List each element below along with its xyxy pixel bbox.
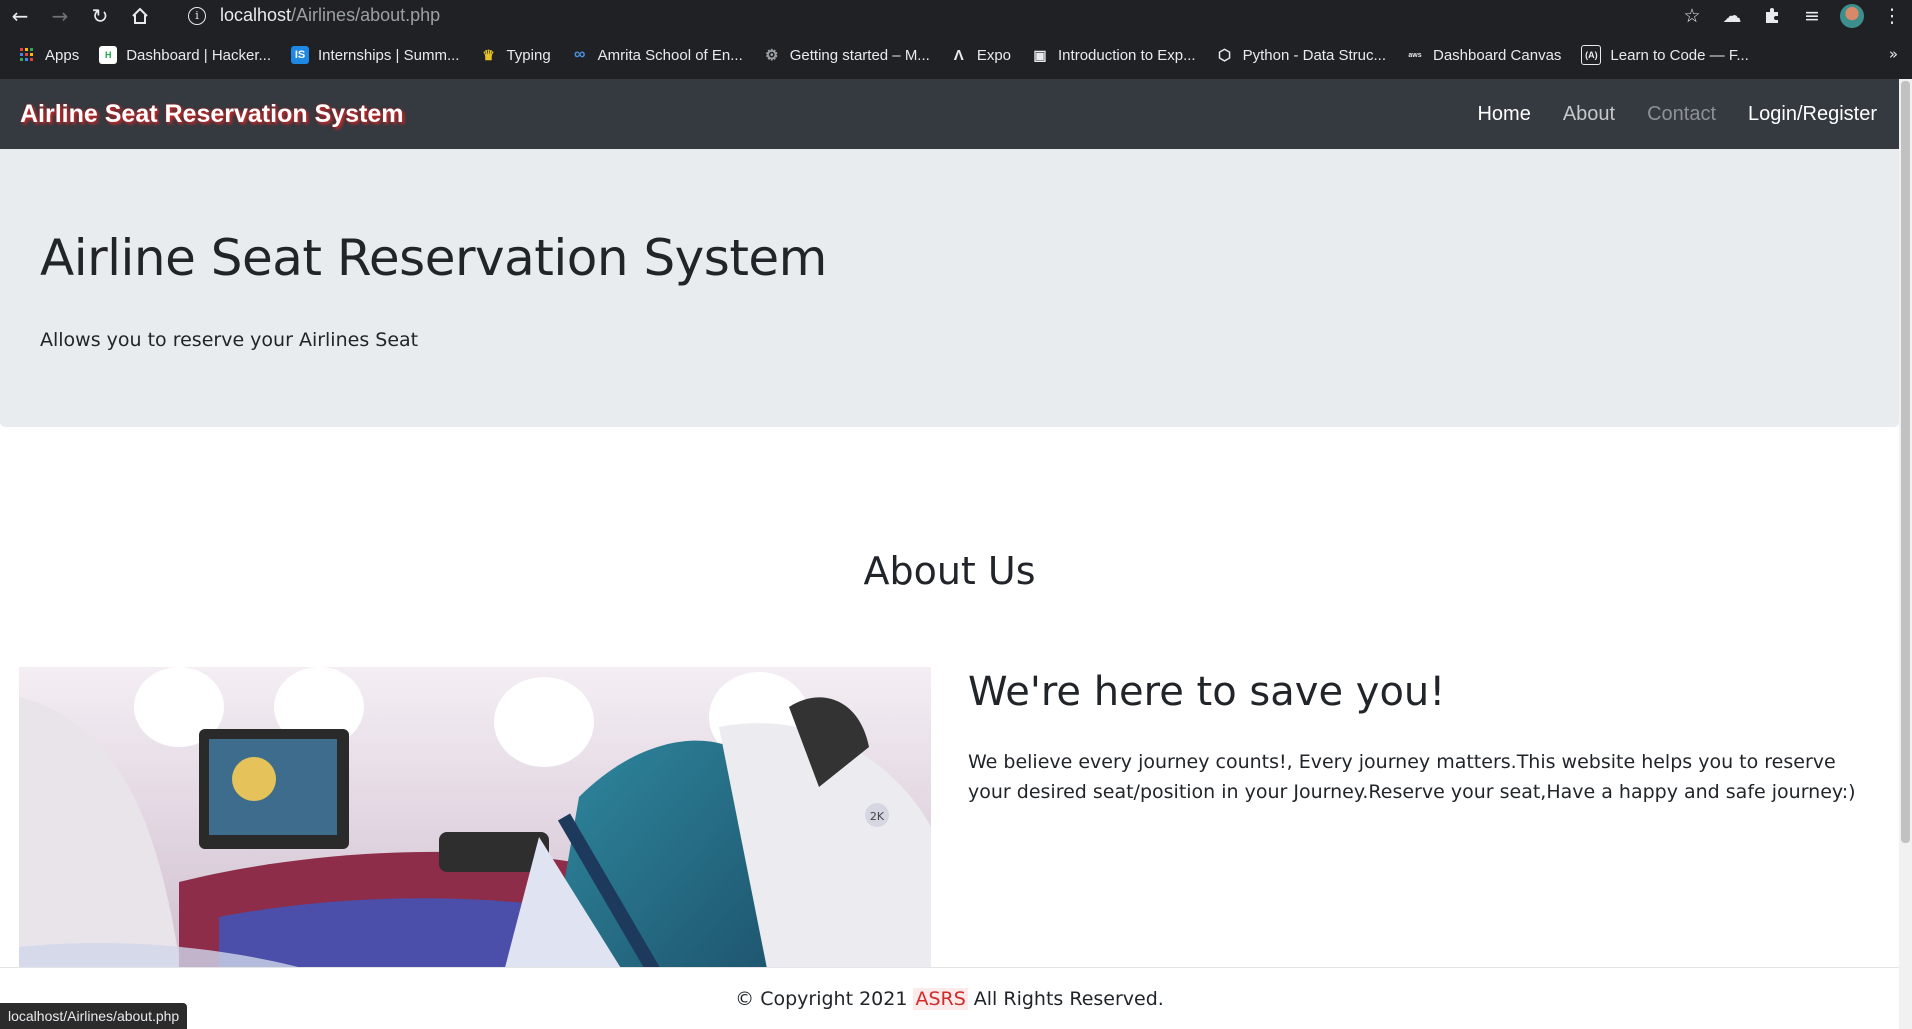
- jumbotron-subtitle: Allows you to reserve your Airlines Seat: [40, 329, 419, 351]
- nav-contact-link[interactable]: Contact: [1647, 103, 1716, 126]
- site-navbar: Airline Seat Reservation System Home Abo…: [0, 79, 1899, 149]
- bookmark-label: Internships | Summ...: [318, 46, 460, 64]
- footer-copyright: © Copyright 2021: [735, 987, 908, 1010]
- home-icon: [132, 7, 148, 24]
- extension-button[interactable]: ☁: [1712, 0, 1752, 31]
- hackerrank-icon: H: [99, 46, 118, 64]
- browser-actions: ☆ ☁ ≡ ⋮: [1672, 0, 1912, 31]
- scrollbar-thumb[interactable]: [1901, 81, 1910, 843]
- profile-button[interactable]: [1832, 0, 1872, 31]
- bookmark-label: Introduction to Exp...: [1058, 46, 1196, 64]
- typing-icon: ♛: [482, 46, 495, 63]
- seat-number-label: 2K: [870, 810, 885, 823]
- back-button[interactable]: ←: [0, 0, 40, 31]
- bookmark-typing[interactable]: ♛ Typing: [479, 46, 550, 64]
- link-icon: ∞: [573, 46, 586, 63]
- arrow-right-icon: →: [51, 3, 69, 28]
- extensions-button[interactable]: [1752, 0, 1792, 31]
- openedx-icon: ▣: [1033, 46, 1047, 63]
- expo-icon: Λ: [953, 46, 964, 64]
- internshala-icon: IS: [291, 46, 310, 64]
- bookmarks-bar: Apps H Dashboard | Hacker... IS Internsh…: [0, 31, 1912, 79]
- bookmark-apps[interactable]: Apps: [18, 46, 79, 64]
- bookmark-intro-exp[interactable]: ▣ Introduction to Exp...: [1031, 46, 1196, 64]
- page-scrollbar[interactable]: [1899, 79, 1912, 1029]
- nav-home-link[interactable]: Home: [1477, 103, 1530, 126]
- bookmark-expo[interactable]: Λ Expo: [950, 46, 1011, 64]
- footer-brand: ASRS: [913, 987, 968, 1010]
- bookmark-star-button[interactable]: ☆: [1672, 0, 1712, 31]
- about-description: We believe every journey counts!, Every …: [968, 751, 1856, 803]
- more-vertical-icon: ⋮: [1882, 4, 1902, 27]
- reading-list-button[interactable]: ≡: [1792, 0, 1832, 31]
- bookmark-freecodecamp[interactable]: (A) Learn to Code — F...: [1581, 45, 1749, 65]
- bookmark-python-ds[interactable]: ⬡ Python - Data Struc...: [1216, 46, 1386, 65]
- site-footer: © Copyright 2021 ASRS All Rights Reserve…: [0, 967, 1899, 1029]
- reload-button[interactable]: ↻: [80, 0, 120, 31]
- puzzle-icon: [1766, 7, 1778, 23]
- bookmark-label: Learn to Code — F...: [1610, 46, 1749, 64]
- cloud-extension-icon: ☁: [1722, 4, 1742, 27]
- address-bar[interactable]: i localhost/Airlines/about.php: [176, 0, 1768, 31]
- avatar: [1840, 3, 1864, 28]
- bookmark-label: Dashboard | Hacker...: [126, 46, 272, 64]
- bookmark-label: Apps: [45, 46, 80, 64]
- site-info-icon[interactable]: i: [188, 6, 206, 25]
- apps-grid-icon: [18, 46, 36, 64]
- more-bookmarks-button[interactable]: »: [1889, 45, 1898, 63]
- url-text[interactable]: localhost/Airlines/about.php: [220, 5, 440, 26]
- bookmark-label: Dashboard Canvas: [1433, 46, 1562, 64]
- nav-about-link[interactable]: About: [1563, 103, 1615, 126]
- reload-icon: ↻: [91, 3, 109, 28]
- page-viewport: Airline Seat Reservation System Home Abo…: [0, 79, 1899, 1029]
- bookmark-label: Amrita School of En...: [597, 46, 743, 64]
- bookmark-label: Python - Data Struc...: [1242, 46, 1386, 64]
- footer-rights: All Rights Reserved.: [973, 987, 1164, 1010]
- url-host: localhost: [220, 5, 292, 25]
- about-heading: We're here to save you!: [968, 669, 1446, 715]
- about-us-title: About Us: [863, 549, 1036, 593]
- bookmark-canvas[interactable]: aws Dashboard Canvas: [1406, 46, 1561, 64]
- settings-globe-icon: ⚙: [765, 47, 779, 64]
- arrow-left-icon: ←: [11, 3, 29, 28]
- jumbotron: Airline Seat Reservation System Allows y…: [0, 149, 1899, 427]
- nav-login-register-link[interactable]: Login/Register: [1748, 103, 1877, 126]
- bookmark-label: Typing: [506, 46, 551, 64]
- bookmark-amrita[interactable]: ∞ Amrita School of En...: [571, 46, 743, 64]
- menu-button[interactable]: ⋮: [1872, 0, 1912, 31]
- reading-list-icon: ≡: [1804, 4, 1820, 27]
- status-bar-url: localhost/Airlines/about.php: [0, 1003, 188, 1029]
- aws-icon: aws: [1408, 51, 1422, 59]
- bookmark-label: Expo: [976, 46, 1012, 64]
- bookmark-internshala[interactable]: IS Internships | Summ...: [291, 46, 459, 64]
- jumbotron-title: Airline Seat Reservation System: [40, 229, 827, 287]
- url-path: /Airlines/about.php: [291, 5, 441, 25]
- freecodecamp-icon: (A): [1581, 45, 1602, 65]
- forward-button[interactable]: →: [40, 0, 80, 31]
- hexagon-icon: ⬡: [1218, 47, 1232, 64]
- nav-links: Home About Contact Login/Register: [1445, 79, 1877, 149]
- star-icon: ☆: [1683, 4, 1701, 27]
- bookmark-label: Getting started – M...: [789, 46, 930, 64]
- navbar-brand[interactable]: Airline Seat Reservation System: [20, 100, 404, 129]
- bookmark-getting-started[interactable]: ⚙ Getting started – M...: [763, 46, 930, 65]
- bookmark-hackerrank[interactable]: H Dashboard | Hacker...: [99, 46, 271, 64]
- home-button[interactable]: [120, 0, 160, 31]
